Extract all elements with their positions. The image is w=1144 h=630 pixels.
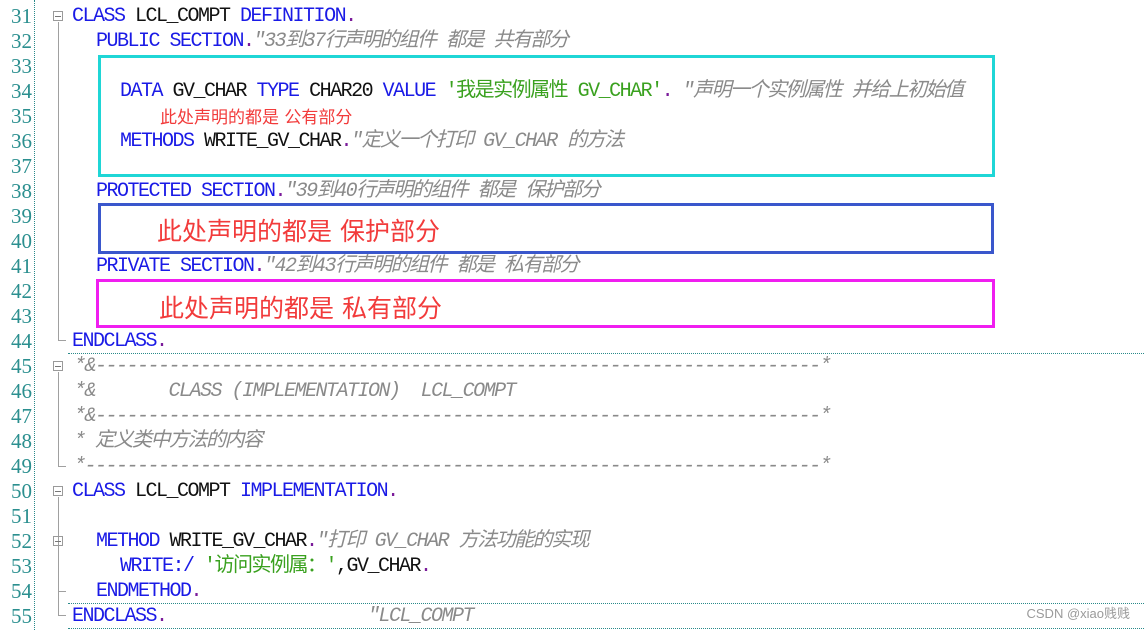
code-line-44[interactable]: ENDCLASS. <box>72 329 168 354</box>
code-line-49[interactable]: *---------------------------------------… <box>74 454 832 479</box>
period: . <box>253 255 266 278</box>
code-line-32[interactable]: PUBLIC SECTION."33到37行声明的组件 都是 共有部分 <box>96 29 570 54</box>
fold-guide-end <box>58 466 66 467</box>
comment: *& CLASS (IMPLEMENTATION) LCL_COMPT <box>74 380 517 403</box>
code-line-52[interactable]: METHOD WRITE_GV_CHAR."打印 GV_CHAR 方法功能的实现 <box>96 529 590 554</box>
string-literal: '访问实例属：' <box>193 555 338 578</box>
period: . <box>345 5 357 28</box>
fold-guide <box>58 22 59 340</box>
code-line-38[interactable]: PROTECTED SECTION."39到40行声明的组件 都是 保护部分 <box>96 179 601 204</box>
fold-toggle-icon[interactable] <box>53 11 63 21</box>
period: . <box>420 555 432 578</box>
block-separator <box>68 603 1144 604</box>
comment: "39到40行声明的组件 都是 保护部分 <box>285 180 601 203</box>
comment: "打印 GV_CHAR 方法功能的实现 <box>316 530 590 553</box>
fold-toggle-icon[interactable] <box>53 536 63 546</box>
period: . <box>190 580 203 603</box>
keyword: PRIVATE SECTION <box>96 255 255 278</box>
fold-guide-end <box>58 591 66 592</box>
period: . <box>156 605 168 628</box>
code-line-47[interactable]: *&--------------------------------------… <box>74 404 832 429</box>
fold-guide-end <box>58 340 66 341</box>
keyword: CLASS <box>72 5 126 28</box>
code-line-31[interactable]: CLASS LCL_COMPT DEFINITION. <box>72 4 357 29</box>
fold-guide <box>58 372 59 466</box>
keyword: WRITE:/ <box>120 555 195 578</box>
fold-toggle-icon[interactable] <box>53 486 63 496</box>
protected-section-note: 此处声明的都是 保护部分 <box>157 217 440 246</box>
private-section-note: 此处声明的都是 私有部分 <box>159 294 442 323</box>
comment: *---------------------------------------… <box>74 455 832 478</box>
period: . <box>387 480 399 503</box>
identifier: LCL_COMPT <box>124 5 241 28</box>
comment: "42到43行声明的组件 都是 私有部分 <box>264 255 580 278</box>
keyword: CLASS <box>72 480 126 503</box>
public-section-note: 此处声明的都是 公有部分 <box>160 108 353 128</box>
keyword: PUBLIC SECTION <box>96 30 245 53</box>
keyword: DEFINITION <box>240 5 347 28</box>
period: . <box>274 180 287 203</box>
code-editor[interactable]: CLASS LCL_COMPT DEFINITION. PUBLIC SECTI… <box>0 0 1144 630</box>
code-line-55[interactable]: ENDCLASS. "LCL_COMPT <box>72 604 475 629</box>
comment: "33到37行声明的组件 都是 共有部分 <box>253 30 570 53</box>
keyword: IMPLEMENTATION <box>240 480 389 503</box>
comment: *&--------------------------------------… <box>74 355 832 378</box>
keyword: ENDMETHOD <box>96 580 192 603</box>
keyword: ENDCLASS <box>72 330 158 353</box>
code-line-50[interactable]: CLASS LCL_COMPT IMPLEMENTATION. <box>72 479 399 504</box>
identifier: ,GV_CHAR <box>336 555 422 578</box>
fold-guide-end <box>58 615 66 616</box>
fold-guide <box>58 497 59 615</box>
period: . <box>306 530 318 553</box>
identifier: WRITE_GV_CHAR <box>159 530 308 553</box>
identifier: LCL_COMPT <box>124 480 241 503</box>
code-line-41[interactable]: PRIVATE SECTION."42到43行声明的组件 都是 私有部分 <box>96 254 580 279</box>
block-separator <box>68 628 1144 629</box>
code-line-46[interactable]: *& CLASS (IMPLEMENTATION) LCL_COMPT <box>74 379 517 404</box>
period: . <box>156 330 168 353</box>
code-line-48[interactable]: * 定义类中方法的内容 <box>74 429 263 454</box>
watermark: CSDN @xiao贱贱 <box>1026 606 1131 621</box>
comment: *&--------------------------------------… <box>74 405 832 428</box>
code-line-53[interactable]: WRITE:/ '访问实例属：',GV_CHAR. <box>120 554 432 579</box>
code-line-45[interactable]: *&--------------------------------------… <box>74 354 832 379</box>
keyword: METHOD <box>96 530 161 553</box>
keyword: PROTECTED SECTION <box>96 180 276 203</box>
code-line-54[interactable]: ENDMETHOD. <box>96 579 203 604</box>
comment: * 定义类中方法的内容 <box>74 430 263 453</box>
keyword: ENDCLASS <box>72 605 158 628</box>
fold-toggle-icon[interactable] <box>53 361 63 371</box>
comment: "LCL_COMPT <box>368 605 475 628</box>
period: . <box>243 30 255 53</box>
